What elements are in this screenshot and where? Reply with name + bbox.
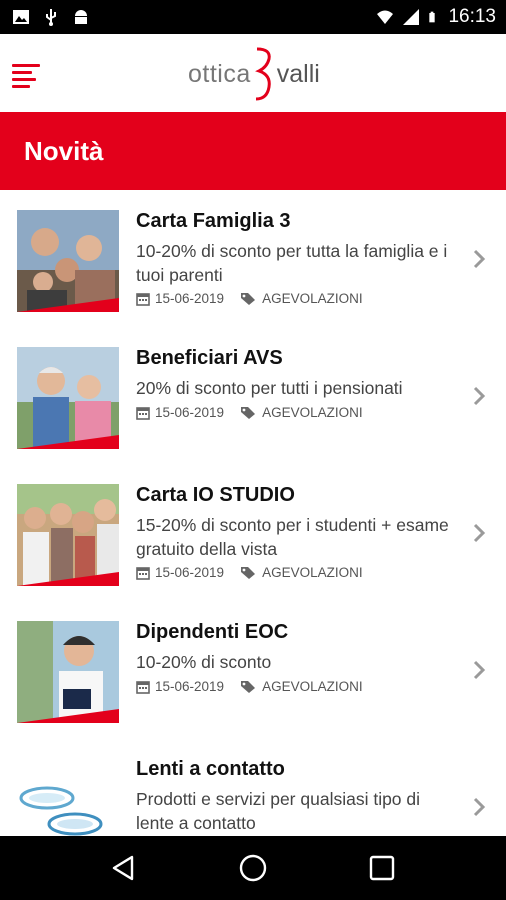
usb-icon [46, 9, 56, 26]
chevron-right-icon [473, 523, 486, 543]
news-category: AGEVOLAZIONI [262, 405, 363, 420]
news-description: 15-20% di sconto per i studenti + esame … [136, 515, 449, 559]
app-header: ottica valli [0, 34, 506, 112]
list-item[interactable]: Lenti a contatto Prodotti e servizi per … [0, 738, 506, 836]
wifi-icon [377, 10, 394, 24]
news-thumbnail [17, 484, 119, 586]
news-title: Lenti a contatto [136, 758, 285, 780]
chevron-right-icon [473, 386, 486, 406]
news-thumbnail [17, 347, 119, 449]
list-item[interactable]: Carta Famiglia 3 10-20% di sconto per tu… [0, 190, 506, 327]
news-meta: 15-06-2019 AGEVOLAZIONI [136, 405, 363, 420]
news-meta: 15-06-2019 AGEVOLAZIONI [136, 679, 363, 694]
chevron-right-icon [473, 249, 486, 269]
news-description: 10-20% di sconto per tutta la famiglia e… [136, 241, 448, 285]
page-title: Novità [24, 136, 104, 166]
news-category: AGEVOLAZIONI [262, 565, 363, 580]
news-list: Carta Famiglia 3 10-20% di sconto per tu… [0, 190, 506, 836]
home-circle-icon[interactable] [237, 852, 269, 884]
news-thumbnail [17, 758, 119, 836]
calendar-icon [136, 680, 150, 694]
logo-text-right: valli [276, 59, 320, 88]
news-title: Carta IO STUDIO [136, 484, 295, 506]
system-navigation-bar [0, 836, 506, 900]
news-title: Carta Famiglia 3 [136, 210, 291, 232]
news-thumbnail [17, 210, 119, 312]
tag-icon [241, 292, 256, 305]
android-icon [75, 10, 87, 24]
news-category: AGEVOLAZIONI [262, 679, 363, 694]
calendar-icon [136, 566, 150, 580]
list-item[interactable]: Carta IO STUDIO 15-20% di sconto per i s… [0, 464, 506, 601]
logo-mark-icon [254, 47, 271, 101]
news-date: 15-06-2019 [155, 565, 225, 580]
news-title: Dipendenti EOC [136, 621, 289, 643]
section-header: Novità [0, 112, 506, 190]
tag-icon [241, 406, 256, 419]
list-item[interactable]: Dipendenti EOC 10-20% di sconto 15-06-20… [0, 601, 506, 738]
ottica-valli-logo: ottica valli [188, 44, 320, 104]
battery-icon [429, 11, 436, 23]
tag-icon [241, 680, 256, 693]
status-time: 16:13 [448, 6, 496, 27]
status-bar: 16:13 [0, 0, 506, 34]
tag-icon [241, 566, 256, 579]
news-description: 20% di sconto per tutti i pensionati [136, 378, 403, 398]
news-description: 10-20% di sconto [136, 652, 272, 672]
calendar-icon [136, 406, 150, 420]
news-thumbnail [17, 621, 119, 723]
hamburger-menu-icon[interactable] [12, 60, 40, 88]
news-meta: 15-06-2019 AGEVOLAZIONI [136, 291, 363, 306]
chevron-right-icon [473, 797, 486, 817]
news-date: 15-06-2019 [155, 679, 225, 694]
news-description: Prodotti e servizi per qualsiasi tipo di… [136, 789, 421, 833]
news-title: Beneficiari AVS [136, 347, 283, 369]
signal-icon [403, 9, 420, 25]
chevron-right-icon [473, 660, 486, 680]
back-triangle-icon[interactable] [108, 852, 140, 884]
logo-text-left: ottica [188, 59, 251, 88]
recents-square-icon[interactable] [366, 852, 398, 884]
news-meta: 15-06-2019 AGEVOLAZIONI [136, 565, 363, 580]
calendar-icon [136, 292, 150, 306]
news-category: AGEVOLAZIONI [262, 291, 363, 306]
list-item[interactable]: Beneficiari AVS 20% di sconto per tutti … [0, 327, 506, 464]
news-date: 15-06-2019 [155, 405, 225, 420]
news-date: 15-06-2019 [155, 291, 225, 306]
gallery-icon [13, 10, 29, 24]
